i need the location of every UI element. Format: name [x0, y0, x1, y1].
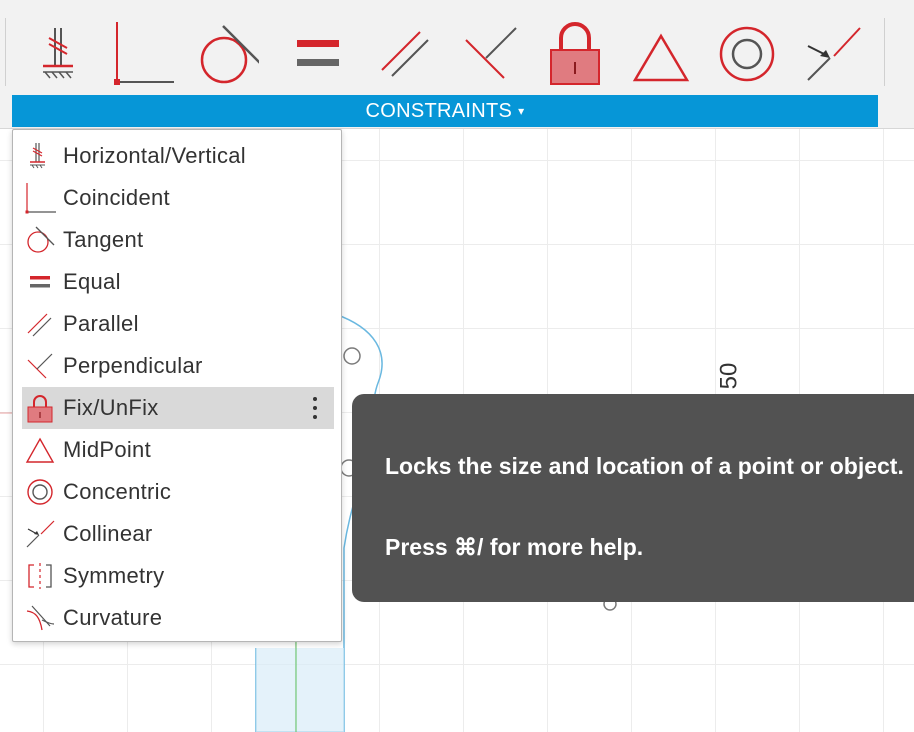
menu-item-label: Collinear — [63, 521, 153, 546]
menu-item-symmetry[interactable]: Symmetry — [22, 555, 334, 597]
dropdown-caret-icon: ▾ — [518, 104, 525, 118]
menu-item-label: MidPoint — [63, 437, 151, 462]
coincident-icon[interactable] — [110, 18, 178, 90]
menu-item-midpoint[interactable]: MidPoint — [22, 429, 334, 471]
constraints-dropdown-menu: Horizontal/Vertical Coincident Tangent E… — [12, 129, 342, 642]
menu-item-label: Concentric — [63, 479, 172, 504]
toolbar-separator — [884, 18, 885, 86]
horizontal-vertical-icon[interactable] — [29, 18, 93, 90]
menu-item-label: Curvature — [63, 605, 163, 630]
tangent-icon[interactable] — [195, 18, 262, 90]
perpendicular-icon[interactable] — [458, 18, 522, 90]
lock-icon — [24, 392, 56, 424]
menu-item-label: Parallel — [63, 311, 139, 336]
constraints-label: CONSTRAINTS — [365, 99, 513, 122]
concentric-icon — [24, 476, 56, 508]
symmetry-icon — [24, 560, 56, 592]
menu-item-curvature[interactable]: Curvature — [22, 597, 334, 639]
menu-item-parallel[interactable]: Parallel — [22, 303, 334, 345]
perpendicular-icon — [24, 350, 56, 382]
menu-item-label: Tangent — [63, 227, 144, 252]
menu-item-perpendicular[interactable]: Perpendicular — [22, 345, 334, 387]
tooltip: Locks the size and location of a point o… — [352, 394, 914, 602]
menu-item-equal[interactable]: Equal — [22, 261, 334, 303]
menu-item-fix-unfix[interactable]: Fix/UnFix — [22, 387, 334, 429]
midpoint-icon[interactable] — [629, 18, 693, 90]
collinear-icon — [24, 518, 56, 550]
parallel-icon — [24, 308, 56, 340]
menu-item-label: Perpendicular — [63, 353, 203, 378]
tooltip-help-hint: Press ⌘/ for more help. — [385, 534, 644, 560]
coincident-icon — [24, 182, 57, 214]
menu-item-label: Coincident — [63, 185, 170, 210]
equal-icon[interactable] — [287, 18, 351, 90]
more-options-icon[interactable] — [312, 394, 318, 422]
tooltip-description: Locks the size and location of a point o… — [385, 453, 904, 479]
parallel-icon[interactable] — [372, 18, 436, 90]
horizontal-vertical-icon — [24, 140, 56, 172]
toolbar-separator — [5, 18, 6, 86]
constraints-toolbar: CONSTRAINTS ▾ — [0, 0, 914, 129]
menu-item-label: Horizontal/Vertical — [63, 143, 246, 168]
fix-unfix-lock-icon[interactable] — [543, 18, 607, 90]
menu-item-collinear[interactable]: Collinear — [22, 513, 334, 555]
midpoint-icon — [24, 434, 56, 466]
menu-item-horizontal-vertical[interactable]: Horizontal/Vertical — [22, 135, 334, 177]
tangent-icon — [24, 224, 56, 256]
menu-item-coincident[interactable]: Coincident — [22, 177, 334, 219]
constraints-panel-button[interactable]: CONSTRAINTS ▾ — [12, 95, 878, 127]
menu-item-label: Fix/UnFix — [63, 395, 159, 420]
curvature-icon — [24, 602, 56, 634]
menu-item-tangent[interactable]: Tangent — [22, 219, 334, 261]
collinear-icon[interactable] — [800, 18, 864, 90]
equal-icon — [24, 266, 56, 298]
menu-item-concentric[interactable]: Concentric — [22, 471, 334, 513]
menu-item-label: Symmetry — [63, 563, 165, 588]
concentric-icon[interactable] — [715, 18, 779, 90]
menu-item-label: Equal — [63, 269, 121, 294]
dimension-label[interactable]: 50 — [715, 363, 743, 390]
